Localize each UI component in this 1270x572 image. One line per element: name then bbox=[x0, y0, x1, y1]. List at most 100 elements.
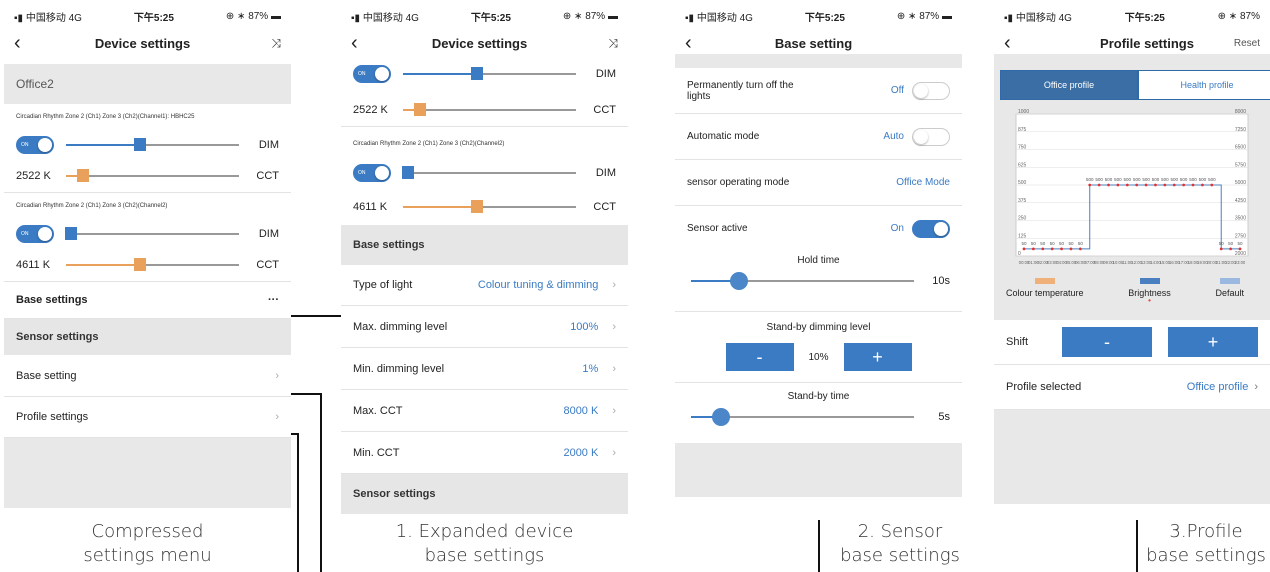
back-icon[interactable]: ‹ bbox=[1004, 33, 1024, 53]
brightness-point bbox=[1154, 183, 1157, 187]
y2-tick-label: 6500 bbox=[1235, 145, 1246, 151]
empty-area bbox=[675, 443, 962, 497]
data-label: 50 bbox=[1219, 241, 1225, 246]
list-item[interactable]: Min. dimming level 1% › bbox=[341, 348, 628, 390]
perm-off-label: Permanently turn off the lights bbox=[687, 79, 794, 102]
dim-slider-1[interactable] bbox=[403, 67, 576, 80]
perm-off-toggle[interactable] bbox=[912, 81, 950, 100]
auto-mode-toggle[interactable] bbox=[912, 127, 950, 146]
cct-slider-2[interactable] bbox=[66, 258, 239, 271]
connector-base-setting-h bbox=[291, 393, 321, 395]
profile-selected-row[interactable]: Profile selected Office profile › bbox=[994, 365, 1270, 410]
dim-slider-2[interactable] bbox=[65, 227, 239, 240]
phone-profile-settings: ▪▮ 中国移动 4G 下午5:25 ⊕ ∗ 87% ‹ Profile sett… bbox=[994, 0, 1270, 520]
connector-profile3-v bbox=[1136, 518, 1138, 572]
standby-time-slider[interactable] bbox=[691, 408, 914, 426]
cct-value-1: 2522 K bbox=[16, 170, 51, 182]
power-toggle-1[interactable]: ON bbox=[353, 65, 391, 83]
base-settings-row[interactable]: Base settings ··· bbox=[4, 282, 291, 319]
dim-label-2: DIM bbox=[595, 167, 616, 179]
base-setting-row[interactable]: Base setting › bbox=[4, 355, 291, 397]
cct-slider-2-thumb[interactable] bbox=[134, 258, 147, 271]
data-label: 50 bbox=[1059, 241, 1065, 246]
reset-button[interactable]: Reset bbox=[1230, 38, 1260, 49]
cct-label-2: CCT bbox=[256, 259, 279, 271]
list-item[interactable]: Type of light Colour tuning & dimming › bbox=[341, 265, 628, 306]
cct-slider-1[interactable] bbox=[66, 169, 239, 182]
y-tick-label: 125 bbox=[1018, 233, 1027, 239]
increase-button[interactable]: + bbox=[843, 343, 912, 371]
data-label: 500 bbox=[1124, 177, 1132, 182]
row-value: 100% bbox=[570, 320, 599, 333]
dim-label-1: DIM bbox=[595, 68, 616, 80]
back-icon[interactable]: ‹ bbox=[351, 33, 371, 53]
shift-plus-button[interactable]: + bbox=[1168, 327, 1258, 357]
auto-mode-label: Automatic mode bbox=[687, 131, 760, 142]
tab-office-profile[interactable]: Office profile bbox=[1000, 70, 1138, 100]
cct-slider-2-thumb[interactable] bbox=[471, 200, 484, 213]
dim-slider-1-thumb[interactable] bbox=[471, 67, 484, 80]
back-icon[interactable]: ‹ bbox=[14, 33, 34, 53]
list-item[interactable]: Max. CCT 8000 K › bbox=[341, 390, 628, 432]
brightness-point bbox=[1191, 183, 1195, 187]
shift-minus-button[interactable]: - bbox=[1062, 327, 1152, 357]
cct-slider-1[interactable] bbox=[403, 103, 576, 116]
nav-bar: ‹ Base setting bbox=[675, 32, 962, 54]
standby-time-slider-thumb[interactable] bbox=[711, 408, 730, 426]
power-toggle-2[interactable]: ON bbox=[353, 164, 391, 182]
phone-compressed-settings: ▪▮ 中国移动 4G 下午5:25 ⊕ ∗ 87% ▬ ‹ Device set… bbox=[4, 0, 291, 520]
dim-slider-2-thumb[interactable] bbox=[65, 227, 78, 240]
tab-health-profile[interactable]: Health profile bbox=[1138, 70, 1270, 100]
caption-line-2: settings menu bbox=[83, 545, 212, 566]
data-label: 50 bbox=[1237, 241, 1243, 246]
brightness-point bbox=[1210, 183, 1214, 187]
group-name: Office2 bbox=[16, 77, 54, 91]
cct-slider-1-thumb[interactable] bbox=[414, 103, 427, 116]
y2-tick-label: 8000 bbox=[1235, 109, 1246, 115]
profile-settings-row[interactable]: Profile settings › bbox=[4, 397, 291, 438]
decrease-button[interactable]: - bbox=[725, 343, 794, 371]
list-item[interactable]: Min. CCT 2000 K › bbox=[341, 432, 628, 474]
brightness-point bbox=[1050, 247, 1054, 251]
cct-slider-1-thumb[interactable] bbox=[77, 169, 90, 182]
dim-slider-1[interactable] bbox=[66, 138, 239, 151]
cct-row-2: 4611 K CCT bbox=[341, 189, 628, 225]
chevron-right-icon: › bbox=[612, 404, 616, 417]
data-label: 50 bbox=[1050, 241, 1056, 246]
sensor-mode-value[interactable]: Office Mode bbox=[896, 177, 950, 188]
carrier: ▪▮ 中国移动 4G bbox=[1004, 12, 1072, 24]
sensor-active-toggle[interactable] bbox=[912, 219, 950, 238]
list-item[interactable]: Max. dimming level 100% › bbox=[341, 306, 628, 348]
back-icon[interactable]: ‹ bbox=[685, 33, 705, 53]
carrier: ▪▮ 中国移动 4G bbox=[351, 12, 419, 24]
power-toggle-1[interactable]: ON bbox=[16, 136, 54, 154]
dim-slider-2-thumb[interactable] bbox=[402, 166, 415, 179]
data-label: 500 bbox=[1189, 177, 1197, 182]
dim-slider-1-thumb[interactable] bbox=[134, 138, 147, 151]
sensor-active-label: Sensor active bbox=[687, 223, 748, 234]
brightness-point bbox=[1135, 183, 1139, 187]
dim-row-2: ON DIM bbox=[4, 219, 291, 249]
cct-slider-2[interactable] bbox=[403, 200, 576, 213]
caption-line-2: base settings bbox=[1146, 545, 1266, 566]
sensor-mode-row[interactable]: sensor operating mode Office Mode bbox=[675, 160, 962, 206]
shift-label: Shift bbox=[1006, 336, 1029, 348]
brightness-point bbox=[1238, 247, 1242, 251]
brightness-point bbox=[1022, 247, 1026, 251]
shuffle-icon[interactable]: ⤨ bbox=[588, 36, 618, 51]
hold-time-slider[interactable] bbox=[691, 272, 914, 290]
caption-line-1: 3.Profile bbox=[1169, 521, 1243, 542]
dim-label-2: DIM bbox=[258, 228, 279, 240]
hold-time-slider-thumb[interactable] bbox=[729, 272, 748, 290]
legend-brightness[interactable]: Brightness • bbox=[1128, 278, 1171, 305]
dim-slider-2[interactable] bbox=[402, 166, 576, 179]
more-icon[interactable]: ··· bbox=[268, 294, 279, 306]
legend-colour-temperature[interactable]: Colour temperature bbox=[1006, 278, 1084, 304]
brightness-point bbox=[1069, 247, 1073, 251]
hold-time-row: 10s bbox=[675, 266, 962, 296]
chevron-right-icon: › bbox=[612, 446, 616, 459]
shuffle-icon[interactable]: ⤨ bbox=[251, 36, 281, 51]
power-toggle-2[interactable]: ON bbox=[16, 225, 54, 243]
legend-default[interactable]: Default bbox=[1215, 278, 1244, 304]
perm-off-row: Permanently turn off the lights Off bbox=[675, 68, 962, 114]
